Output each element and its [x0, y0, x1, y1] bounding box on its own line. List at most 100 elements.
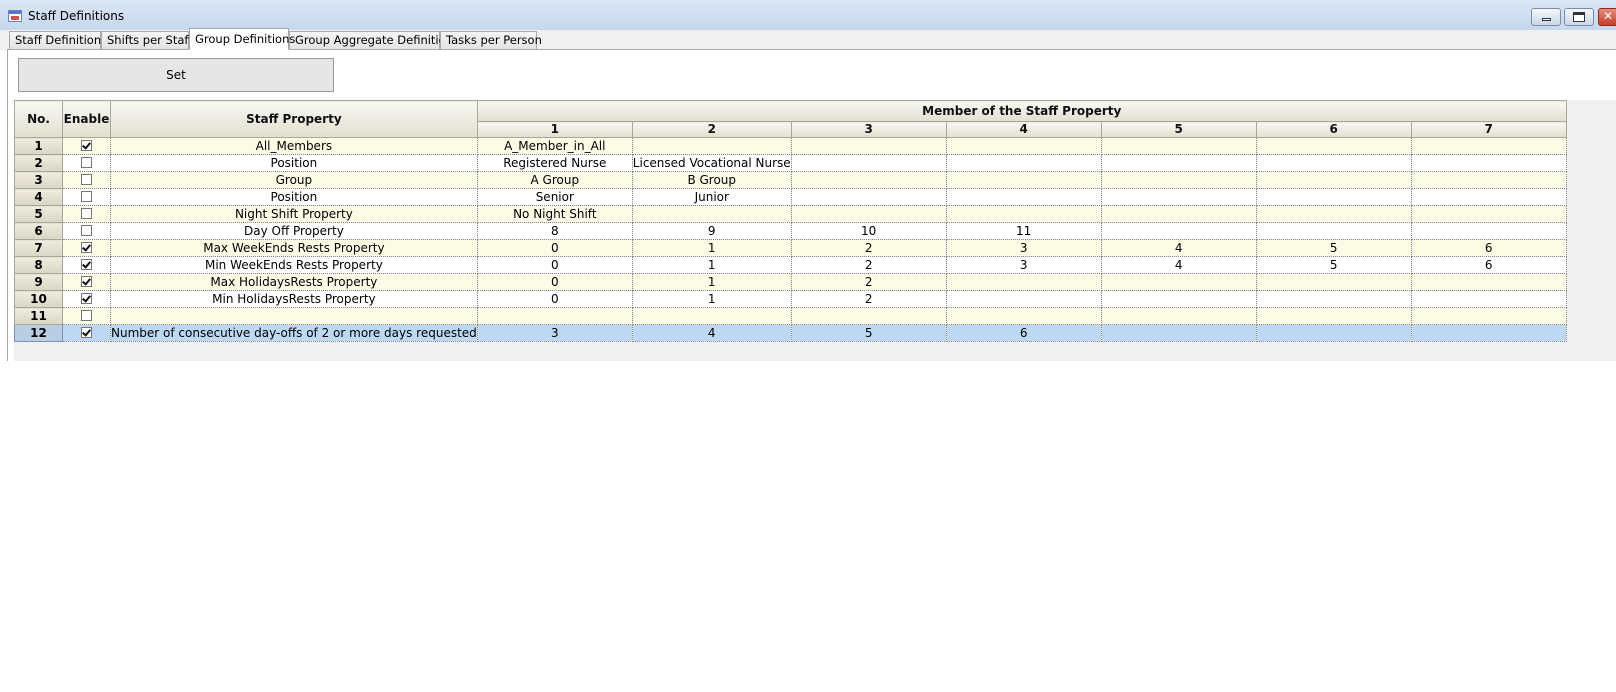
tab-tasks-per-person[interactable]: Tasks per Person — [440, 31, 542, 49]
member-cell[interactable]: 2 — [791, 290, 947, 308]
staff-property-cell[interactable]: Night Shift Property — [110, 205, 478, 223]
member-cell[interactable] — [1101, 137, 1257, 155]
member-cell[interactable]: 6 — [1411, 256, 1567, 274]
member-cell[interactable]: 4 — [1101, 256, 1257, 274]
table-row[interactable]: 7 Max WeekEnds Rests Property 0 1 2 3 4 5 6 — [14, 239, 1567, 257]
tab-shifts-per-staff[interactable]: Shifts per Staff — [101, 31, 192, 49]
row-number[interactable]: 9 — [14, 273, 63, 291]
row-number[interactable]: 8 — [14, 256, 63, 274]
table-row[interactable]: 9 Max HolidaysRests Property 0 1 2 — [14, 273, 1567, 291]
table-row[interactable]: 8 Min WeekEnds Rests Property 0 1 2 3 4 5 6 — [14, 256, 1567, 274]
set-button[interactable]: Set — [18, 58, 334, 92]
member-cell[interactable]: 5 — [791, 324, 947, 342]
member-cell[interactable]: 5 — [1256, 256, 1412, 274]
staff-property-cell[interactable]: Day Off Property — [110, 222, 478, 240]
maximize-button[interactable] — [1564, 8, 1594, 26]
member-cell[interactable]: 9 — [632, 222, 792, 240]
member-cell[interactable] — [1101, 290, 1257, 308]
member-cell[interactable] — [1411, 188, 1567, 206]
member-cell[interactable] — [946, 154, 1102, 172]
member-cell[interactable]: 3 — [946, 239, 1102, 257]
tab-staff-definitions[interactable]: Staff Definitions — [9, 31, 107, 49]
member-cell[interactable] — [1256, 290, 1412, 308]
staff-property-cell[interactable]: Min WeekEnds Rests Property — [110, 256, 478, 274]
member-cell[interactable]: B Group — [632, 171, 792, 189]
header-member-column[interactable]: 6 — [1255, 121, 1412, 138]
member-cell[interactable]: 1 — [632, 239, 792, 257]
member-cell[interactable] — [1256, 324, 1412, 342]
member-cell[interactable] — [1411, 273, 1567, 291]
table-row[interactable]: 2 Position Registered Nurse Licensed Vocati… — [14, 154, 1567, 172]
enable-checkbox[interactable] — [81, 139, 92, 151]
minimize-button[interactable] — [1531, 8, 1561, 26]
member-cell[interactable] — [791, 205, 947, 223]
member-cell[interactable]: 6 — [946, 324, 1102, 342]
member-cell[interactable]: 6 — [1411, 239, 1567, 257]
table-row[interactable]: 11 — [14, 307, 1567, 325]
member-cell[interactable]: Licensed Vocational Nurse — [632, 154, 792, 172]
table-row[interactable]: 12 Number of consecutive day-offs of 2 or… — [14, 324, 1567, 342]
member-cell[interactable]: 1 — [632, 256, 792, 274]
member-cell[interactable]: Senior — [477, 188, 633, 206]
table-row[interactable]: 1 All_Members A_Member_in_All — [14, 137, 1567, 155]
member-cell[interactable] — [1256, 222, 1412, 240]
header-member-column[interactable]: 4 — [945, 121, 1102, 138]
member-cell[interactable]: 11 — [946, 222, 1102, 240]
member-cell[interactable] — [791, 137, 947, 155]
member-cell[interactable] — [791, 171, 947, 189]
tab-group-aggregate-definitions[interactable]: Group Aggregate Definitions — [289, 31, 459, 49]
member-cell[interactable]: 5 — [1256, 239, 1412, 257]
member-cell[interactable]: Junior — [632, 188, 792, 206]
row-number[interactable]: 10 — [14, 290, 63, 308]
member-cell[interactable] — [1101, 273, 1257, 291]
row-number[interactable]: 2 — [14, 154, 63, 172]
member-cell[interactable] — [1101, 324, 1257, 342]
member-cell[interactable]: No Night Shift — [477, 205, 633, 223]
table-row[interactable]: 4 Position Senior Junior — [14, 188, 1567, 206]
member-cell[interactable] — [1256, 154, 1412, 172]
member-cell[interactable] — [1411, 324, 1567, 342]
member-cell[interactable] — [946, 273, 1102, 291]
member-cell[interactable] — [1411, 171, 1567, 189]
row-number[interactable]: 11 — [14, 307, 63, 325]
enable-checkbox[interactable] — [81, 156, 92, 168]
member-cell[interactable] — [632, 137, 792, 155]
tab-group-definitions[interactable]: Group Definitions — [189, 28, 295, 50]
member-cell[interactable] — [1411, 307, 1567, 325]
staff-property-cell[interactable]: Min HolidaysRests Property — [110, 290, 478, 308]
member-cell[interactable] — [1411, 222, 1567, 240]
member-cell[interactable] — [1411, 290, 1567, 308]
enable-checkbox[interactable] — [81, 258, 92, 270]
header-member-column[interactable]: 1 — [476, 121, 633, 138]
member-cell[interactable] — [1256, 307, 1412, 325]
member-cell[interactable]: 3 — [477, 324, 633, 342]
header-enable[interactable]: Enable — [62, 100, 111, 138]
staff-property-cell[interactable]: Position — [110, 188, 478, 206]
member-cell[interactable] — [632, 205, 792, 223]
staff-property-cell[interactable]: All_Members — [110, 137, 478, 155]
table-row[interactable]: 6 Day Off Property 8 9 10 11 — [14, 222, 1567, 240]
header-member-column[interactable]: 2 — [631, 121, 792, 138]
close-button[interactable] — [1598, 8, 1616, 26]
member-cell[interactable]: 1 — [632, 273, 792, 291]
member-cell[interactable]: 2 — [791, 256, 947, 274]
enable-checkbox[interactable] — [81, 207, 92, 219]
row-number[interactable]: 6 — [14, 222, 63, 240]
member-cell[interactable] — [1101, 222, 1257, 240]
staff-property-cell[interactable]: Position — [110, 154, 478, 172]
enable-checkbox[interactable] — [81, 292, 92, 304]
enable-checkbox[interactable] — [81, 309, 92, 321]
member-cell[interactable]: 4 — [632, 324, 792, 342]
member-cell[interactable] — [1256, 205, 1412, 223]
row-number[interactable]: 12 — [14, 324, 63, 342]
member-cell[interactable] — [477, 307, 633, 325]
member-cell[interactable]: 3 — [946, 256, 1102, 274]
member-cell[interactable] — [946, 188, 1102, 206]
member-cell[interactable] — [946, 171, 1102, 189]
table-row[interactable]: 10 Min HolidaysRests Property 0 1 2 — [14, 290, 1567, 308]
member-cell[interactable] — [1411, 137, 1567, 155]
enable-checkbox[interactable] — [81, 241, 92, 253]
enable-checkbox[interactable] — [81, 173, 92, 185]
member-cell[interactable]: 1 — [632, 290, 792, 308]
enable-checkbox[interactable] — [81, 190, 92, 202]
